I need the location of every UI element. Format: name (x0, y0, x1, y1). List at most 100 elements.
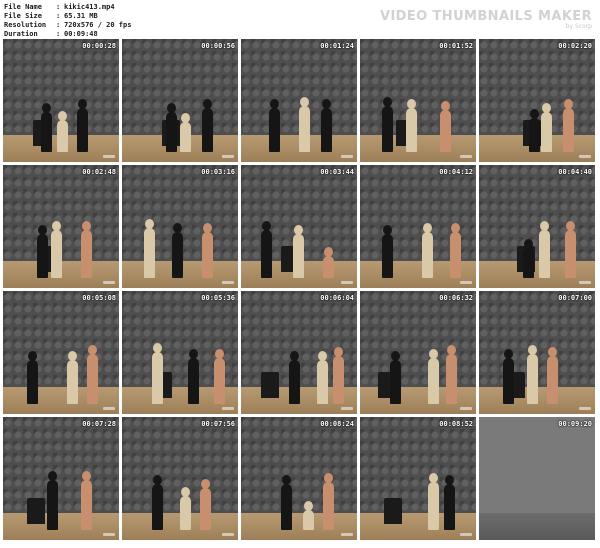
video-thumbnail: 00:07:56 (122, 417, 238, 540)
video-thumbnail: 00:02:20 (479, 39, 595, 162)
scene-figure (333, 347, 344, 404)
watermark-logo-icon (460, 407, 472, 410)
scene-figure (529, 109, 540, 152)
scene-figure (323, 473, 334, 530)
scene-floor (3, 513, 119, 540)
scene-figure (67, 351, 78, 404)
scene-figure (303, 501, 314, 530)
video-thumbnail: 00:07:00 (479, 291, 595, 414)
brand-watermark: VIDEO THUMBNAILS MAKER by Scorp (380, 9, 592, 30)
scene-figure (281, 475, 292, 530)
video-thumbnail: 00:04:40 (479, 165, 595, 288)
watermark-logo-icon (460, 533, 472, 536)
info-row: Duration:00:09:48 (4, 30, 131, 39)
info-separator: : (56, 21, 61, 29)
scene-figure (299, 97, 310, 152)
video-thumbnail: 00:04:12 (360, 165, 476, 288)
thumbnail-timestamp: 00:04:40 (558, 168, 592, 176)
thumbnail-timestamp: 00:02:48 (82, 168, 116, 176)
watermark-logo-icon (222, 407, 234, 410)
brand-title: VIDEO THUMBNAILS MAKER (379, 9, 592, 24)
scene-figure (87, 345, 98, 404)
watermark-logo-icon (341, 533, 353, 536)
scene-figure (41, 103, 52, 152)
scene-figure (152, 475, 163, 530)
scene-floor (479, 513, 595, 540)
watermark-logo-icon (341, 281, 353, 284)
info-row: File Name: kikic413.mp4 (4, 3, 131, 12)
video-thumbnail: 00:09:20 (479, 417, 595, 540)
scene-figure (269, 99, 280, 152)
scene-figure (180, 487, 191, 530)
scene-figure (261, 221, 272, 278)
scene-figure (563, 99, 574, 152)
scene-figure (144, 219, 155, 278)
thumbnail-timestamp: 00:00:28 (82, 42, 116, 50)
thumbnail-timestamp: 00:07:56 (201, 420, 235, 428)
video-thumbnail: 00:02:48 (3, 165, 119, 288)
scene-floor (3, 387, 119, 414)
watermark-logo-icon (579, 155, 591, 158)
scene-figure (289, 351, 300, 404)
watermark-logo-icon (579, 407, 591, 410)
scene-figure (446, 345, 457, 404)
scene-figure (172, 223, 183, 278)
info-separator: : (56, 3, 61, 11)
scene-figure (382, 97, 393, 152)
brand-subtitle: by Scorp (565, 23, 592, 30)
scene-figure (450, 223, 461, 278)
thumbnail-timestamp: 00:08:24 (320, 420, 354, 428)
scene-chair (27, 498, 45, 524)
scene-figure (180, 113, 191, 152)
thumbnail-timestamp: 00:01:52 (439, 42, 473, 50)
thumbnail-timestamp: 00:03:16 (201, 168, 235, 176)
video-thumbnail: 00:06:04 (241, 291, 357, 414)
scene-floor (241, 513, 357, 540)
scene-figure (202, 223, 213, 278)
info-value: 65.31 MB (64, 12, 98, 20)
scene-figure (293, 225, 304, 278)
scene-figure (47, 471, 58, 530)
scene-figure (37, 225, 48, 278)
watermark-logo-icon (460, 281, 472, 284)
scene-figure (565, 221, 576, 278)
thumbnail-timestamp: 00:09:20 (558, 420, 592, 428)
watermark-logo-icon (103, 407, 115, 410)
thumbnail-timestamp: 00:06:32 (439, 294, 473, 302)
video-thumbnail: 00:03:44 (241, 165, 357, 288)
video-thumbnail: 00:00:28 (3, 39, 119, 162)
video-thumbnail: 00:03:16 (122, 165, 238, 288)
info-value: 00:09:48 (64, 30, 98, 38)
watermark-logo-icon (103, 155, 115, 158)
thumbnail-timestamp: 00:04:12 (439, 168, 473, 176)
video-thumbnail: 00:05:08 (3, 291, 119, 414)
scene-figure (57, 111, 68, 152)
info-separator: : (56, 30, 61, 38)
video-thumbnail: 00:06:32 (360, 291, 476, 414)
watermark-logo-icon (341, 155, 353, 158)
info-key: Resolution (4, 21, 47, 29)
scene-floor (360, 135, 476, 162)
scene-figure (188, 349, 199, 404)
scene-figure (390, 351, 401, 404)
scene-figure (539, 221, 550, 278)
thumbnail-timestamp: 00:00:56 (201, 42, 235, 50)
scene-figure (152, 343, 163, 404)
info-separator: : (56, 12, 61, 20)
video-thumbnail: 00:08:24 (241, 417, 357, 540)
scene-figure (321, 99, 332, 152)
scene-floor (360, 513, 476, 540)
info-value: kikic413.mp4 (64, 3, 115, 11)
info-value: 720x576 / 20 fps (64, 21, 132, 29)
thumbnail-timestamp: 00:05:36 (201, 294, 235, 302)
watermark-logo-icon (222, 533, 234, 536)
scene-chair (384, 498, 402, 524)
watermark-logo-icon (341, 407, 353, 410)
scene-figure (81, 471, 92, 530)
scene-figure (202, 99, 213, 152)
watermark-logo-icon (222, 155, 234, 158)
thumbnail-timestamp: 00:02:20 (558, 42, 592, 50)
watermark-logo-icon (579, 281, 591, 284)
info-key: Duration (4, 30, 38, 38)
scene-figure (428, 349, 439, 404)
